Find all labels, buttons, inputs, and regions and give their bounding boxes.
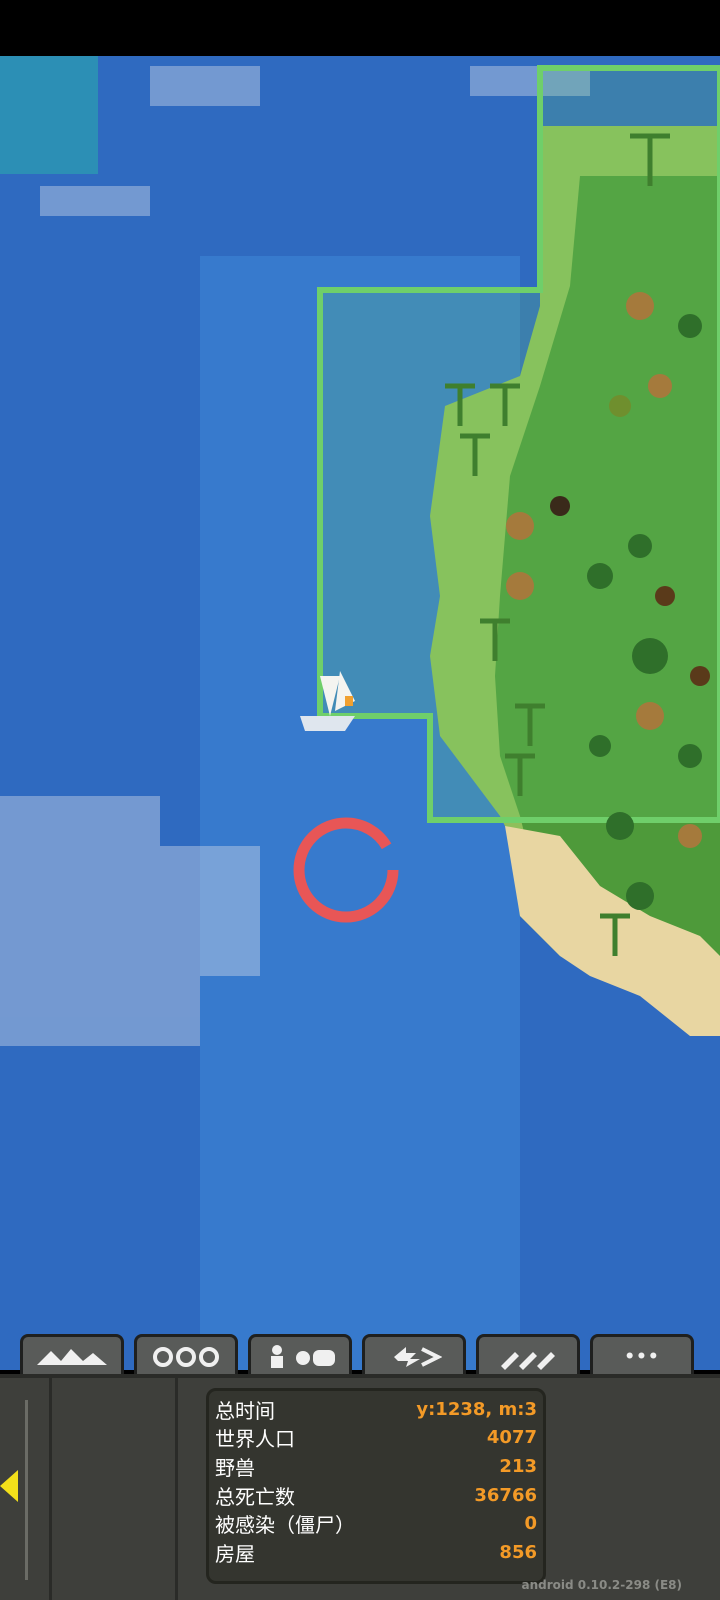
tab-bar: ••• [0, 1334, 720, 1376]
stat-infected-zombies: 被感染（僵尸） 0 [215, 1513, 537, 1538]
faces-icon [153, 1346, 219, 1367]
lightning-swap-icon [394, 1346, 442, 1367]
world-map[interactable] [0, 56, 720, 1370]
creatures-icon [271, 1344, 335, 1368]
tab-kingdoms[interactable] [134, 1334, 238, 1376]
bottom-panel: 总时间 y:1238, m:3 世界人口 4077 野兽 213 总死亡数 36… [0, 1374, 720, 1600]
tab-more[interactable]: ••• [590, 1334, 694, 1376]
scroll-rail [25, 1400, 28, 1580]
tab-creatures[interactable] [248, 1334, 352, 1376]
world-stats-panel: 总时间 y:1238, m:3 世界人口 4077 野兽 213 总死亡数 36… [206, 1388, 546, 1584]
stat-total-time: 总时间 y:1238, m:3 [215, 1398, 537, 1423]
mountains-icon [37, 1348, 107, 1365]
more-label: ••• [624, 1346, 660, 1367]
version-label: android 0.10.2-298 (E8) [521, 1578, 682, 1592]
stat-world-population: 世界人口 4077 [215, 1427, 537, 1452]
stat-houses: 房屋 856 [215, 1541, 537, 1566]
tab-powers[interactable] [362, 1334, 466, 1376]
tab-tools[interactable] [476, 1334, 580, 1376]
tab-terrain[interactable] [20, 1334, 124, 1376]
stat-beasts: 野兽 213 [215, 1455, 537, 1480]
empty-slot [52, 1378, 178, 1600]
status-bar [0, 0, 720, 56]
stat-total-deaths: 总死亡数 36766 [215, 1484, 537, 1509]
bombs-icon [501, 1351, 555, 1370]
arrow-left-icon[interactable] [0, 1470, 18, 1502]
left-scroll-column [0, 1378, 52, 1600]
